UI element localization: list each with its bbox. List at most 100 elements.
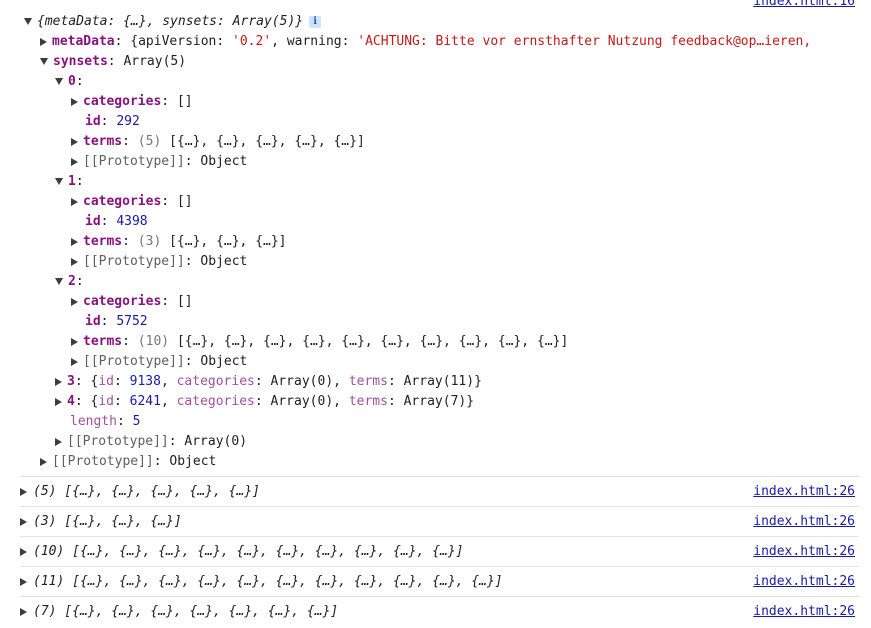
terms-row[interactable]: terms: (10) [{…}, {…}, {…}, {…}, {…}, {…… <box>71 332 568 352</box>
terms-key: terms <box>83 334 123 349</box>
metadata-row[interactable]: metaData: {apiVersion: '0.2', warning: '… <box>40 32 811 52</box>
info-icon[interactable]: i <box>309 15 322 28</box>
id-value: 4398 <box>116 214 148 229</box>
prototype-row[interactable]: [[Prototype]]: Object <box>71 352 247 372</box>
array-prototype-row[interactable]: [[Prototype]]: Array(0) <box>55 432 247 452</box>
terms-row[interactable]: terms: (3) [{…}, {…}, {…}] <box>71 232 287 252</box>
metadata-mid: , warning: <box>271 34 358 49</box>
expand-arrow-icon[interactable] <box>40 58 48 65</box>
prototype-key: [[Prototype]] <box>83 154 185 169</box>
expand-arrow-icon[interactable] <box>55 78 63 85</box>
warning-value: 'ACHTUNG: Bitte vor ernsthafter Nutzung … <box>357 34 812 49</box>
categories-value: Array(0) <box>270 374 334 389</box>
item-index: 2 <box>68 274 76 289</box>
root-summary: {metaData: {…}, synsets: Array(5)} <box>37 14 304 29</box>
terms-key: terms <box>348 394 388 409</box>
collapse-arrow-icon[interactable] <box>71 357 78 366</box>
collapse-arrow-icon[interactable] <box>40 37 47 46</box>
collapse-arrow-icon[interactable] <box>71 137 78 146</box>
collapse-arrow-icon[interactable] <box>71 197 78 206</box>
synsets-key: synsets <box>53 54 108 69</box>
id-value: 6241 <box>129 394 161 409</box>
log-text: (10) [{…}, {…}, {…}, {…}, {…}, {…}, {…},… <box>33 544 464 559</box>
console-log-row[interactable]: (3) [{…}, {…}, {…}] index.html:26 <box>20 507 855 537</box>
prototype-row[interactable]: [[Prototype]]: Object <box>71 252 247 272</box>
terms-count: (5) <box>137 134 162 149</box>
terms-count: (3) <box>137 234 162 249</box>
categories-key: categories <box>83 94 162 109</box>
prototype-key: [[Prototype]] <box>83 254 185 269</box>
categories-key: categories <box>176 394 255 409</box>
prototype-row[interactable]: [[Prototype]]: Object <box>71 152 247 172</box>
synsets-summary: Array(5) <box>123 54 187 69</box>
metadata-key: metaData <box>52 34 115 49</box>
collapse-arrow-icon[interactable] <box>71 257 78 266</box>
source-link-top[interactable]: index.html:16 <box>753 0 855 9</box>
item-index: 0 <box>68 74 76 89</box>
categories-value: [] <box>176 194 193 209</box>
synsets-row[interactable]: synsets: Array(5) <box>40 52 186 72</box>
prototype-value: Object <box>200 354 248 369</box>
collapse-arrow-icon[interactable] <box>71 97 78 106</box>
root-object-row[interactable]: {metaData: {…}, synsets: Array(5)} i <box>24 12 322 32</box>
console-log-row[interactable]: (5) [{…}, {…}, {…}, {…}, {…}] index.html… <box>20 477 855 507</box>
synset-item-1[interactable]: 1: <box>55 172 84 192</box>
terms-row[interactable]: terms: (5) [{…}, {…}, {…}, {…}, {…}] <box>71 132 365 152</box>
collapse-arrow-icon[interactable] <box>71 337 78 346</box>
collapse-arrow-icon[interactable] <box>40 457 47 466</box>
terms-value: Array(7) <box>403 394 467 409</box>
categories-row[interactable]: categories: [] <box>71 292 193 312</box>
console-log-row[interactable]: (11) [{…}, {…}, {…}, {…}, {…}, {…}, {…},… <box>20 567 855 597</box>
collapse-arrow-icon[interactable] <box>55 377 62 386</box>
categories-row[interactable]: categories: [] <box>71 92 193 112</box>
prototype-value: Array(0) <box>184 434 248 449</box>
terms-value: Array(11) <box>403 374 475 389</box>
collapse-arrow-icon[interactable] <box>71 297 78 306</box>
collapse-arrow-icon[interactable] <box>20 577 27 586</box>
id-key: id <box>98 394 114 409</box>
id-value: 292 <box>116 114 140 129</box>
collapse-arrow-icon[interactable] <box>55 437 62 446</box>
categories-value: Array(0) <box>270 394 334 409</box>
source-link[interactable]: index.html:26 <box>753 597 855 627</box>
expand-arrow-icon[interactable] <box>55 178 63 185</box>
source-link[interactable]: index.html:26 <box>753 567 855 597</box>
collapse-arrow-icon[interactable] <box>20 487 27 496</box>
id-key: id <box>85 314 101 329</box>
source-link[interactable]: index.html:26 <box>753 537 855 567</box>
id-key: id <box>98 374 114 389</box>
source-link[interactable]: index.html:26 <box>753 507 855 537</box>
categories-key: categories <box>83 194 162 209</box>
expand-arrow-icon[interactable] <box>24 18 32 25</box>
id-value: 9138 <box>129 374 161 389</box>
prototype-key: [[Prototype]] <box>67 434 169 449</box>
prototype-key: [[Prototype]] <box>52 454 154 469</box>
console-log-row[interactable]: (7) [{…}, {…}, {…}, {…}, {…}, {…}, {…}] … <box>20 597 855 627</box>
console-log-row[interactable]: (10) [{…}, {…}, {…}, {…}, {…}, {…}, {…},… <box>20 537 855 567</box>
synset-item-0[interactable]: 0: <box>55 72 84 92</box>
expand-arrow-icon[interactable] <box>55 278 63 285</box>
categories-row[interactable]: categories: [] <box>71 192 193 212</box>
collapse-arrow-icon[interactable] <box>71 157 78 166</box>
id-row: id: 4398 <box>85 214 148 229</box>
collapse-arrow-icon[interactable] <box>20 547 27 556</box>
source-link[interactable]: index.html:26 <box>753 477 855 507</box>
metadata-prefix: {apiVersion: <box>130 34 233 49</box>
synset-item-2[interactable]: 2: <box>55 272 84 292</box>
collapse-arrow-icon[interactable] <box>20 517 27 526</box>
collapse-arrow-icon[interactable] <box>71 237 78 246</box>
id-row: id: 292 <box>85 114 140 129</box>
synset-item-4[interactable]: 4: {id: 6241, categories: Array(0), term… <box>55 392 474 412</box>
collapse-arrow-icon[interactable] <box>55 397 62 406</box>
prototype-key: [[Prototype]] <box>83 354 185 369</box>
categories-key: categories <box>83 294 162 309</box>
item-index: 4 <box>67 394 75 409</box>
item-index: 3 <box>67 374 75 389</box>
terms-preview: [{…}, {…}, {…}, {…}, {…}] <box>169 134 365 149</box>
log-text: (7) [{…}, {…}, {…}, {…}, {…}, {…}, {…}] <box>33 604 339 619</box>
categories-key: categories <box>176 374 255 389</box>
root-prototype-row[interactable]: [[Prototype]]: Object <box>40 452 216 472</box>
terms-key: terms <box>83 134 123 149</box>
synset-item-3[interactable]: 3: {id: 9138, categories: Array(0), term… <box>55 372 482 392</box>
collapse-arrow-icon[interactable] <box>20 607 27 616</box>
